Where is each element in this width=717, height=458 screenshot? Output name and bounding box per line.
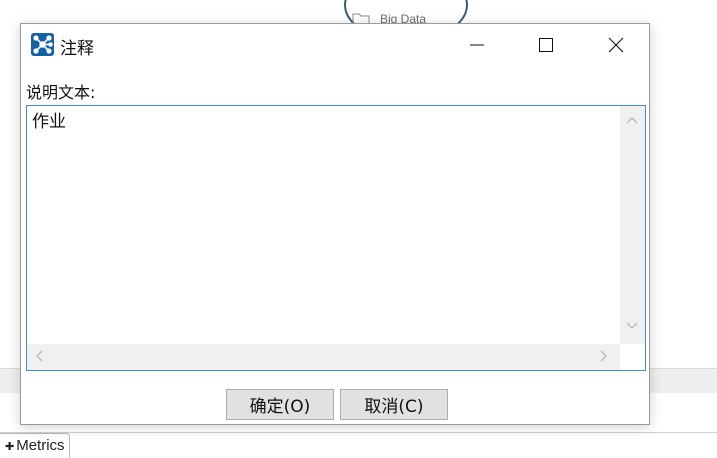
dialog-titlebar[interactable]: 注释 [21,24,649,66]
maximize-button[interactable] [522,24,570,66]
description-label: 说明文本: [26,83,96,102]
scroll-up-icon[interactable] [626,116,638,124]
description-text-box: 作业 [26,105,646,371]
horizontal-scrollbar[interactable] [27,344,620,370]
annotation-dialog: 注释 说明文本: 作业 确定(O) 取消(C) [20,23,650,425]
background-divider [0,432,717,433]
background-tab-metrics[interactable]: ✚ Metrics [0,433,70,458]
scroll-left-icon[interactable] [35,350,43,362]
scroll-right-icon[interactable] [600,350,608,362]
scroll-corner [620,344,645,370]
metrics-icon: ✚ [5,441,15,453]
background-tab-label: Metrics [16,437,65,454]
ok-button[interactable]: 确定(O) [226,389,334,420]
cancel-button[interactable]: 取消(C) [340,389,448,420]
vertical-scrollbar[interactable] [620,106,645,344]
network-icon [31,33,54,56]
maximize-icon [539,38,553,52]
description-textarea[interactable]: 作业 [27,106,620,344]
minimize-icon [470,44,484,46]
close-icon [608,37,624,53]
scroll-down-icon[interactable] [626,322,638,330]
close-button[interactable] [592,24,640,66]
dialog-title: 注释 [60,39,94,59]
minimize-button[interactable] [453,24,501,66]
